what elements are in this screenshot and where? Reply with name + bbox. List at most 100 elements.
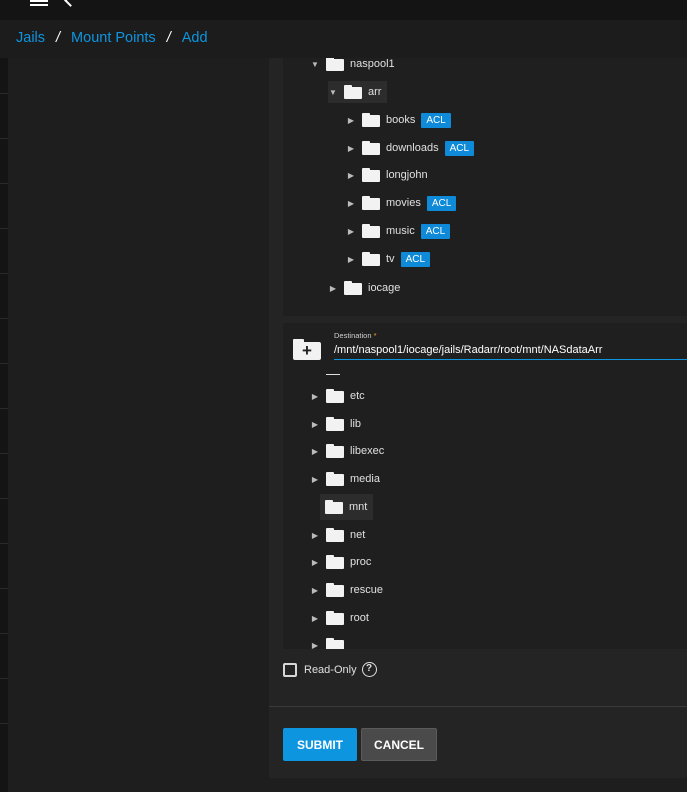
tree-node-movies[interactable]: ▶ movies ACL — [346, 192, 457, 214]
readonly-label[interactable]: Read-Only — [304, 664, 357, 676]
expanded-arrow-icon[interactable]: ▼ — [328, 88, 338, 97]
acl-badge: ACL — [420, 223, 451, 239]
collapsed-arrow-icon[interactable]: ▶ — [310, 614, 320, 623]
collapsed-arrow-icon[interactable]: ▶ — [310, 475, 320, 484]
folder-icon — [326, 444, 344, 458]
tree-node-label: books — [386, 114, 416, 126]
collapsed-arrow-icon[interactable]: ▶ — [346, 116, 356, 125]
breadcrumb: Jails / Mount Points / Add — [16, 30, 208, 46]
help-icon[interactable]: ? — [361, 662, 377, 677]
collapsed-arrow-icon[interactable]: ▶ — [310, 531, 320, 540]
destination-field: + Destination * — [283, 323, 687, 370]
content-background — [8, 58, 269, 792]
folder-icon — [326, 417, 344, 431]
tree-node-label: lib — [350, 418, 362, 430]
collapsed-arrow-icon[interactable]: ▶ — [310, 586, 320, 595]
top-toolbar — [0, 0, 687, 20]
submit-button[interactable]: SUBMIT — [283, 728, 357, 761]
destination-label: Destination * — [334, 331, 377, 340]
folder-icon — [326, 555, 344, 569]
tree-node-tv[interactable]: ▶ tv ACL — [346, 248, 431, 270]
tree-node-label: tv — [386, 253, 395, 265]
tree-node-etc[interactable]: ▶ etc — [310, 385, 365, 407]
folder-icon — [362, 168, 380, 182]
tree-node-lib[interactable]: ▶ lib — [310, 413, 361, 435]
tree-node-music[interactable]: ▶ music ACL — [346, 220, 451, 242]
tree-node-arr[interactable]: ▼ arr — [328, 81, 388, 103]
breadcrumb-jails[interactable]: Jails — [16, 30, 45, 46]
collapsed-arrow-icon[interactable]: ▶ — [346, 255, 356, 264]
folder-icon — [325, 500, 343, 514]
tree-node-label: mnt — [349, 501, 368, 513]
folder-icon — [326, 528, 344, 542]
folder-icon — [362, 196, 380, 210]
tree-node-label: naspool1 — [350, 58, 395, 70]
readonly-checkbox[interactable] — [283, 662, 297, 677]
tree-node-label: movies — [386, 197, 421, 209]
collapsed-arrow-icon[interactable]: ▶ — [346, 171, 356, 180]
tree-node-proc[interactable]: ▶ proc — [310, 551, 371, 573]
tree-node-partial[interactable]: ▶ — [310, 634, 350, 649]
tree-node-books[interactable]: ▶ books ACL — [346, 109, 451, 131]
collapsed-arrow-icon[interactable]: ▶ — [346, 227, 356, 236]
collapsed-arrow-icon[interactable]: ▶ — [310, 447, 320, 456]
breadcrumb-separator: / — [56, 30, 61, 46]
collapsed-arrow-icon[interactable]: ▶ — [310, 392, 320, 401]
tree-node-label: longjohn — [386, 169, 428, 181]
collapsed-arrow-icon[interactable]: ▶ — [310, 558, 320, 567]
readonly-option: Read-Only ? — [283, 662, 377, 677]
tree-node-label: proc — [350, 556, 372, 568]
tree-node-naspool1[interactable]: ▼ naspool1 — [310, 58, 395, 75]
breadcrumb-separator: / — [166, 30, 171, 46]
expanded-arrow-icon[interactable]: ▼ — [310, 60, 320, 69]
tree-node-label: net — [350, 529, 366, 541]
tree-connector — [326, 374, 340, 375]
tree-node-label: media — [350, 473, 380, 485]
tree-node-net[interactable]: ▶ net — [310, 524, 365, 546]
folder-icon — [326, 389, 344, 403]
chevron-left-icon[interactable] — [64, 0, 77, 7]
folder-icon — [326, 58, 344, 71]
sidebar — [0, 58, 8, 792]
acl-badge: ACL — [426, 195, 457, 211]
folder-icon — [326, 472, 344, 486]
folder-icon — [326, 611, 344, 625]
tree-node-label: etc — [350, 390, 365, 402]
folder-icon — [362, 113, 380, 127]
tree-node-libexec[interactable]: ▶ libexec — [310, 440, 384, 462]
tree-node-label: libexec — [350, 445, 385, 457]
tree-node-label: rescue — [350, 584, 384, 596]
tree-node-root[interactable]: ▶ root — [310, 607, 369, 629]
folder-icon — [362, 224, 380, 238]
breadcrumb-add[interactable]: Add — [182, 30, 208, 46]
collapsed-arrow-icon[interactable]: ▶ — [310, 420, 320, 429]
tree-node-label: root — [350, 612, 369, 624]
folder-icon — [344, 281, 362, 295]
destination-tree: ▶ etc ▶ lib ▶ libexec ▶ media mnt ▶ net … — [283, 370, 687, 649]
source-tree: ▼ naspool1 ▼ arr ▶ books ACL ▶ downloads… — [283, 58, 687, 316]
folder-icon — [326, 583, 344, 597]
tree-node-label: iocage — [368, 282, 401, 294]
cancel-button[interactable]: CANCEL — [361, 728, 437, 761]
folder-icon — [326, 638, 344, 649]
breadcrumb-bar: Jails / Mount Points / Add — [0, 20, 687, 58]
hamburger-menu-icon[interactable] — [30, 0, 48, 6]
collapsed-arrow-icon[interactable]: ▶ — [346, 199, 356, 208]
collapsed-arrow-icon[interactable]: ▶ — [346, 144, 356, 153]
tree-node-label: downloads — [386, 142, 439, 154]
tree-node-longjohn[interactable]: ▶ longjohn — [346, 164, 428, 186]
add-folder-icon[interactable]: + — [293, 339, 321, 360]
collapsed-arrow-icon[interactable]: ▶ — [328, 284, 338, 293]
folder-icon — [344, 85, 362, 99]
tree-node-iocage[interactable]: ▶ iocage — [328, 277, 400, 299]
collapsed-arrow-icon[interactable]: ▶ — [310, 641, 320, 650]
destination-input[interactable] — [334, 341, 687, 360]
tree-node-label: arr — [368, 86, 382, 98]
tree-node-mnt[interactable]: mnt — [320, 494, 374, 520]
breadcrumb-mount-points[interactable]: Mount Points — [71, 30, 156, 46]
acl-badge: ACL — [444, 140, 475, 156]
tree-node-downloads[interactable]: ▶ downloads ACL — [346, 137, 475, 159]
acl-badge: ACL — [400, 251, 431, 267]
tree-node-rescue[interactable]: ▶ rescue — [310, 579, 383, 601]
tree-node-media[interactable]: ▶ media — [310, 468, 380, 490]
